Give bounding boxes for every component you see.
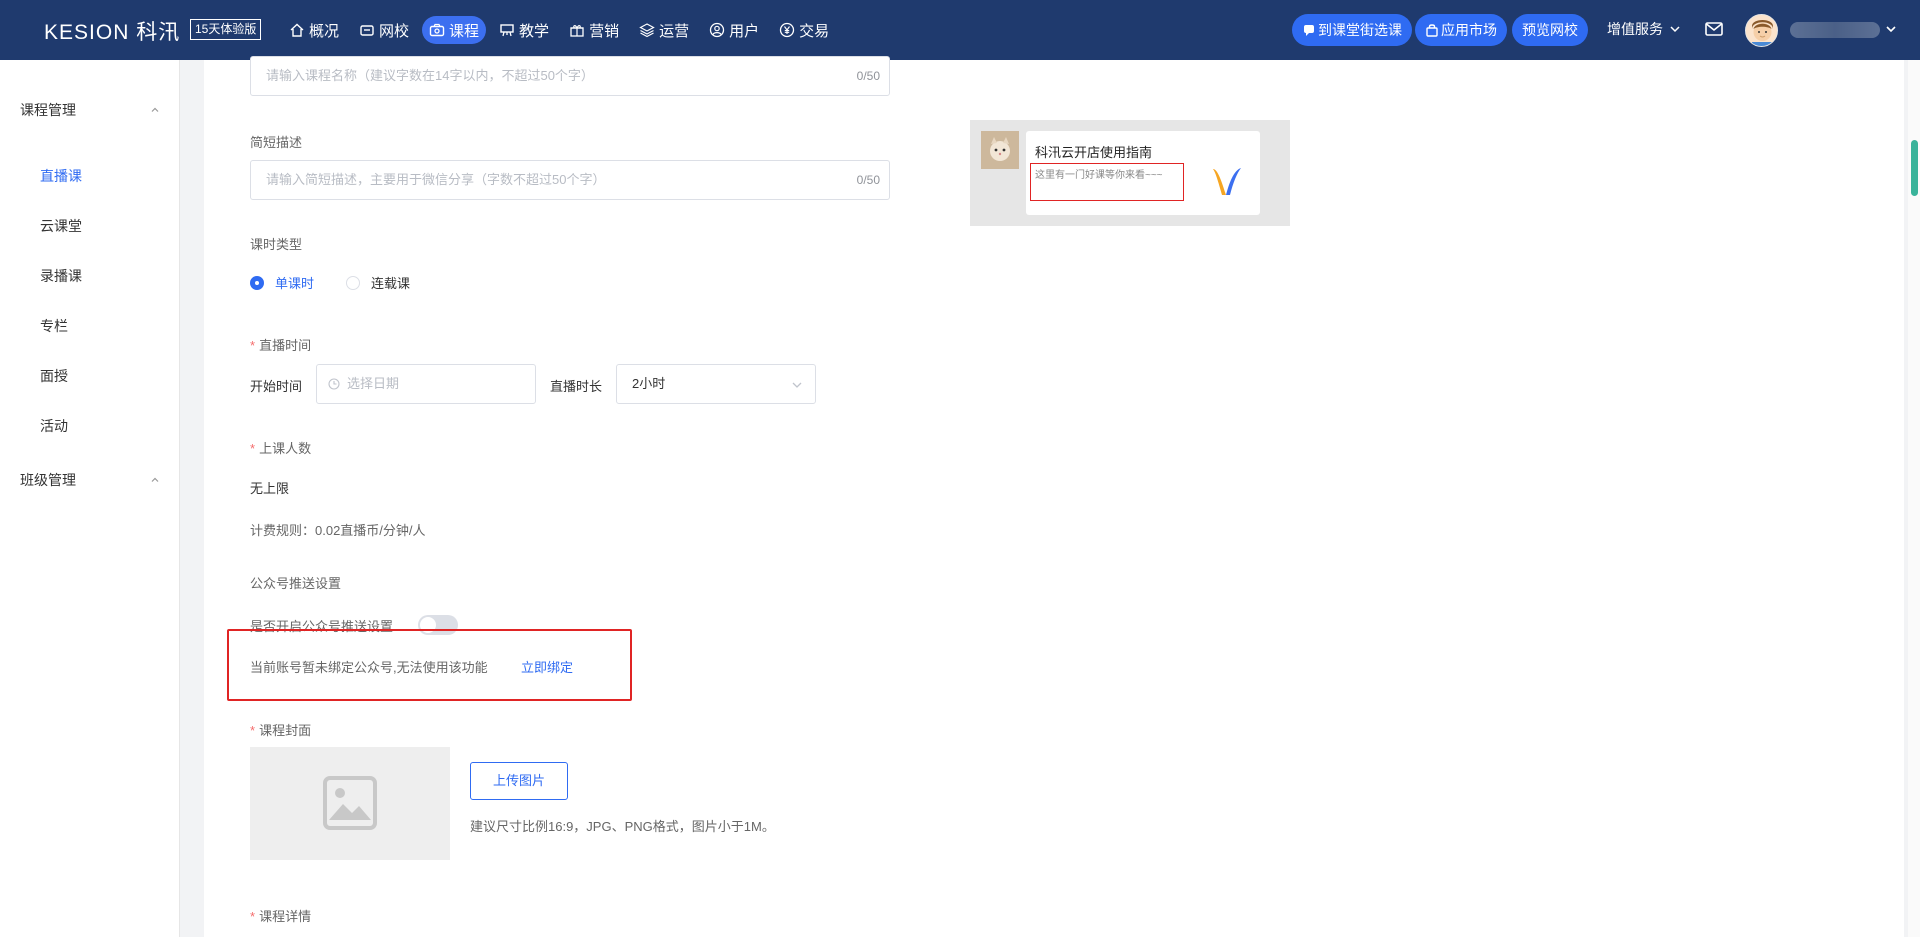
layers-icon: [639, 23, 655, 38]
value-added-menu[interactable]: 增值服务: [1607, 19, 1681, 39]
nav-item-trade[interactable]: 交易: [772, 16, 836, 44]
cover-hint: 建议尺寸比例16:9，JPG、PNG格式，图片小于1M。: [470, 819, 775, 834]
desc-placeholder: 请输入简短描述，主要用于微信分享（字数不超过50个字）: [266, 172, 606, 187]
avatar-face-icon: [1746, 15, 1777, 46]
nav-item-course[interactable]: 课程: [422, 16, 487, 44]
home-icon: [290, 23, 304, 37]
gift-icon: [570, 25, 584, 37]
image-placeholder-icon: [323, 776, 377, 830]
bag-icon: [1426, 24, 1438, 37]
preview-thumbnail: [981, 131, 1019, 169]
nav-label: 运营: [659, 22, 690, 40]
live-time-label: * 直播时间: [250, 338, 312, 353]
scrollbar-thumb[interactable]: [1911, 140, 1918, 196]
mail-icon[interactable]: [1704, 19, 1724, 39]
nav-item-operation[interactable]: 运营: [632, 16, 696, 44]
lesson-type-series-radio[interactable]: 连载课: [346, 273, 410, 292]
desc-input[interactable]: 请输入简短描述，主要用于微信分享（字数不超过50个字） 0/50: [250, 160, 890, 200]
date-picker[interactable]: 选择日期: [316, 364, 536, 404]
preview-card: 科汛云开店使用指南 这里有一门好课等你来看~~~: [1026, 131, 1260, 215]
app-market-button[interactable]: 应用市场: [1415, 14, 1507, 46]
cat-image-icon: [981, 131, 1019, 169]
chevron-down-icon: [792, 382, 802, 388]
username-blurred[interactable]: [1790, 22, 1880, 38]
capacity-value: 无上限: [250, 481, 290, 496]
nav-item-school[interactable]: 网校: [352, 16, 416, 44]
course-name-count: 0/50: [856, 69, 880, 83]
course-form: 请输入课程名称（建议字数在14字以内，不超过50个字） 0/50 简短描述 请输…: [0, 56, 1904, 937]
upload-image-button[interactable]: 上传图片: [470, 762, 568, 800]
main-nav: 概况 网校 课程 教学 营销 运营 用户 交易: [282, 0, 842, 60]
cover-placeholder: [250, 747, 450, 860]
brand-logo[interactable]: KESION 科汛: [44, 16, 180, 46]
value-added-label: 增值服务: [1607, 21, 1663, 37]
school-icon: [360, 25, 374, 36]
chat-icon: [1304, 25, 1314, 36]
preview-school-button[interactable]: 预览网校: [1512, 14, 1588, 46]
preview-desc: 这里有一门好课等你来看~~~: [1035, 170, 1163, 181]
user-icon: [709, 22, 725, 38]
nav-label: 网校: [379, 22, 410, 40]
nav-label: 交易: [799, 22, 830, 40]
chevron-down-icon[interactable]: [1884, 22, 1898, 36]
chevron-down-icon: [1670, 26, 1680, 33]
nav-label: 用户: [729, 22, 760, 40]
cover-label: * 课程封面: [250, 723, 312, 738]
lesson-type-series-label: 连载课: [371, 276, 411, 291]
desc-label: 简短描述: [250, 135, 303, 150]
teaching-icon: [500, 24, 514, 37]
radio-dot: [250, 275, 264, 290]
course-icon: [429, 23, 445, 37]
duration-value: 2小时: [632, 376, 666, 391]
top-navbar: KESION 科汛 15天体验版 概况 网校 课程 教学 营销 运营 用户 交易…: [0, 0, 1920, 60]
nav-label: 教学: [519, 22, 550, 40]
lesson-type-single-radio[interactable]: 单课时: [250, 273, 314, 292]
share-preview: 科汛云开店使用指南 这里有一门好课等你来看~~~: [970, 120, 1290, 226]
nav-item-marketing[interactable]: 营销: [562, 16, 626, 44]
radio-dot: [346, 275, 360, 290]
avatar[interactable]: [1745, 14, 1778, 47]
desc-count: 0/50: [856, 173, 880, 187]
date-placeholder: 选择日期: [347, 376, 400, 391]
brand-v-icon: [1213, 168, 1241, 195]
duration-select[interactable]: 2小时: [616, 364, 816, 404]
lesson-type-label: 课时类型: [250, 237, 303, 252]
billing-rule: 计费规则：0.02直播币/分钟/人: [250, 523, 426, 538]
nav-label: 概况: [309, 22, 340, 40]
wechat-push-title: 公众号推送设置: [250, 576, 342, 591]
lesson-type-single-label: 单课时: [275, 276, 315, 291]
nav-item-overview[interactable]: 概况: [282, 16, 346, 44]
detail-label: * 课程详情: [250, 909, 312, 924]
nav-label: 营销: [589, 22, 620, 40]
preview-title: 科汛云开店使用指南: [1035, 145, 1153, 160]
clock-icon: [328, 378, 340, 390]
course-street-label: 到课堂街选课: [1318, 22, 1402, 38]
course-name-input[interactable]: 请输入课程名称（建议字数在14字以内，不超过50个字） 0/50: [250, 56, 890, 96]
capacity-label: * 上课人数: [250, 441, 312, 456]
bind-wechat-link[interactable]: 立即绑定: [521, 657, 573, 676]
wechat-unbound-message: 当前账号暂未绑定公众号,无法使用该功能: [250, 660, 488, 675]
nav-item-teaching[interactable]: 教学: [492, 16, 556, 44]
yen-icon: [779, 22, 795, 38]
course-street-button[interactable]: 到课堂街选课: [1292, 14, 1412, 46]
course-name-placeholder: 请输入课程名称（建议字数在14字以内，不超过50个字）: [266, 68, 594, 83]
nav-item-user[interactable]: 用户: [702, 16, 766, 44]
nav-label: 课程: [449, 22, 480, 40]
start-time-label: 开始时间: [250, 379, 303, 394]
trial-badge: 15天体验版: [190, 19, 262, 40]
duration-label: 直播时长: [550, 379, 603, 394]
preview-school-label: 预览网校: [1522, 22, 1578, 38]
app-market-label: 应用市场: [1441, 22, 1497, 38]
